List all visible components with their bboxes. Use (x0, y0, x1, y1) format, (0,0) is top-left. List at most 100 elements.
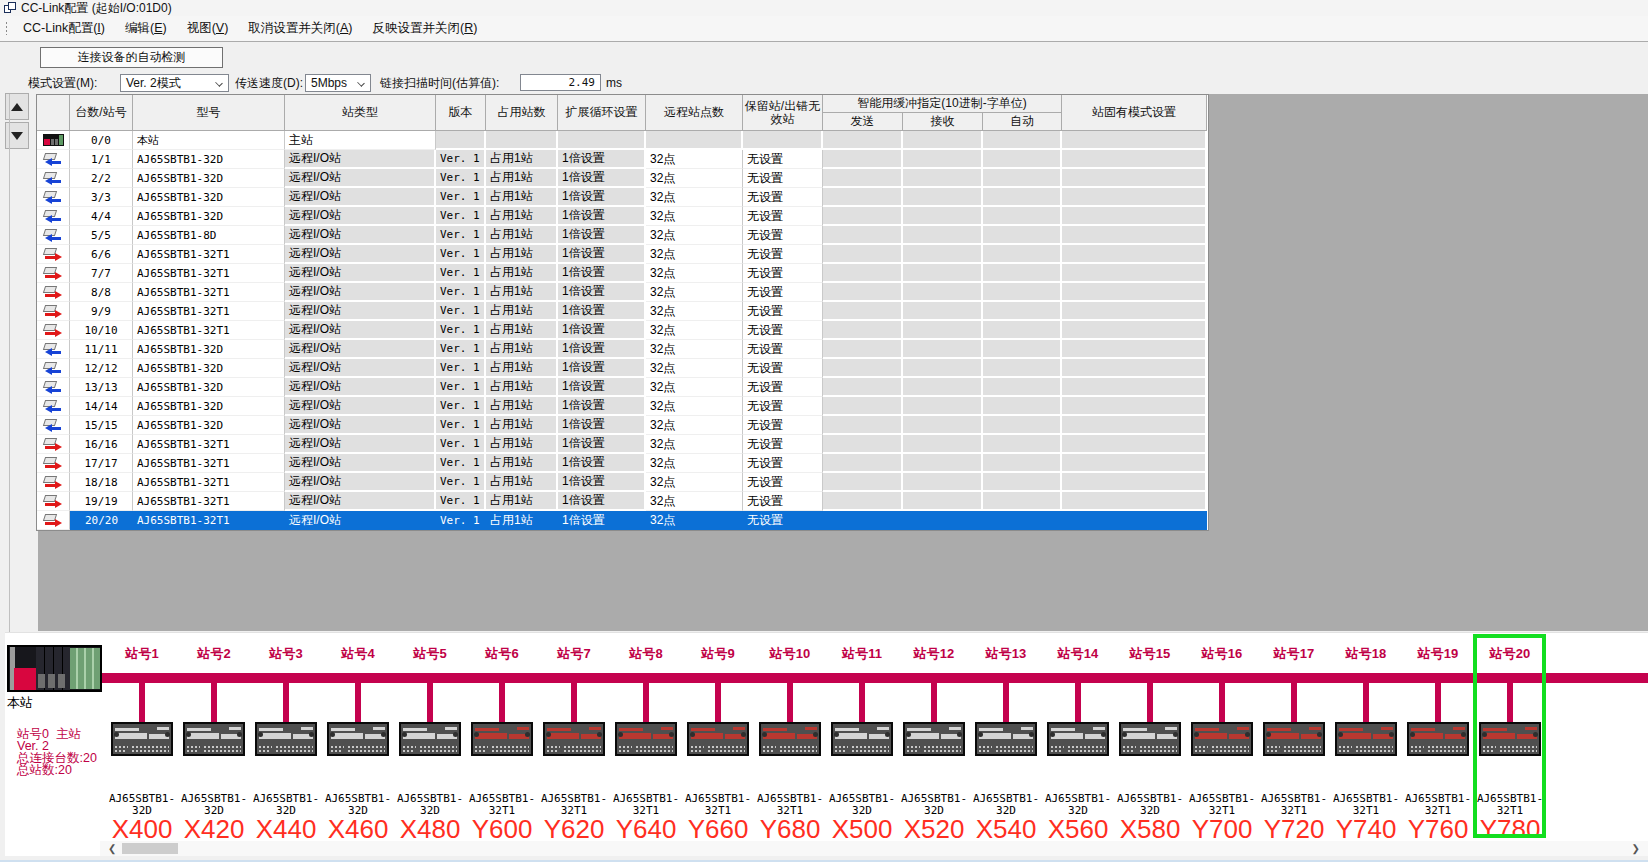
station-type-icon-cell[interactable] (37, 169, 70, 188)
cell-station-no[interactable]: 6/6 (70, 245, 133, 264)
station-type-icon-cell[interactable] (37, 321, 70, 340)
cell-version[interactable]: Ver. 1 (436, 226, 486, 245)
cell-station-type[interactable]: 远程I/O站 (285, 226, 436, 245)
remote-device-icon[interactable] (1407, 722, 1469, 756)
cell-model[interactable]: AJ65SBTB1-32T1 (133, 283, 285, 302)
cell-occupied[interactable]: 占用1站 (486, 207, 558, 226)
cell-receive[interactable] (903, 264, 983, 283)
cell-receive[interactable] (903, 321, 983, 340)
cell-cyclic[interactable]: 1倍设置 (558, 397, 646, 416)
station-type-icon-cell[interactable] (37, 150, 70, 169)
cell-mode[interactable] (1062, 359, 1207, 378)
cell-receive[interactable] (903, 226, 983, 245)
cell-auto[interactable] (983, 283, 1062, 302)
cell-auto[interactable] (983, 473, 1062, 492)
cell-occupied[interactable]: 占用1站 (486, 340, 558, 359)
cell-mode[interactable] (1062, 264, 1207, 283)
cell-version[interactable]: Ver. 1 (436, 150, 486, 169)
cell-auto[interactable] (983, 359, 1062, 378)
cell-station-type[interactable]: 主站 (285, 131, 436, 150)
cell-points[interactable] (646, 131, 743, 150)
cell-send[interactable] (823, 435, 903, 454)
remote-device-icon[interactable] (1191, 722, 1253, 756)
table-row[interactable]: 0/0本站主站 (37, 131, 1207, 150)
cell-reserve[interactable]: 无设置 (743, 416, 823, 435)
remote-device-icon[interactable] (1119, 722, 1181, 756)
cell-send[interactable] (823, 302, 903, 321)
table-row[interactable]: 7/7AJ65SBTB1-32T1远程I/O站Ver. 1占用1站1倍设置32点… (37, 264, 1207, 283)
cell-station-type[interactable]: 远程I/O站 (285, 340, 436, 359)
cell-mode[interactable] (1062, 245, 1207, 264)
cell-send[interactable] (823, 340, 903, 359)
cell-points[interactable]: 32点 (646, 435, 743, 454)
cell-version[interactable]: Ver. 1 (436, 416, 486, 435)
remote-device-icon[interactable] (831, 722, 893, 756)
cell-station-no[interactable]: 8/8 (70, 283, 133, 302)
cell-model[interactable]: AJ65SBTB1-32T1 (133, 245, 285, 264)
station-type-icon-cell[interactable] (37, 207, 70, 226)
cell-mode[interactable] (1062, 397, 1207, 416)
cell-occupied[interactable]: 占用1站 (486, 435, 558, 454)
cell-model[interactable]: AJ65SBTB1-32D (133, 188, 285, 207)
cell-receive[interactable] (903, 397, 983, 416)
cell-points[interactable]: 32点 (646, 359, 743, 378)
cell-version[interactable]: Ver. 1 (436, 245, 486, 264)
cell-model[interactable]: AJ65SBTB1-32D (133, 416, 285, 435)
cell-send[interactable] (823, 454, 903, 473)
remote-device-icon[interactable] (687, 722, 749, 756)
cell-receive[interactable] (903, 340, 983, 359)
cell-points[interactable]: 32点 (646, 302, 743, 321)
cell-occupied[interactable]: 占用1站 (486, 378, 558, 397)
station-type-icon-cell[interactable] (37, 511, 70, 530)
cell-model[interactable]: AJ65SBTB1-32D (133, 340, 285, 359)
cell-send[interactable] (823, 188, 903, 207)
scrollbar-thumb[interactable] (122, 843, 178, 854)
cell-model[interactable]: AJ65SBTB1-32D (133, 169, 285, 188)
cell-cyclic[interactable]: 1倍设置 (558, 416, 646, 435)
cell-occupied[interactable]: 占用1站 (486, 454, 558, 473)
cell-occupied[interactable]: 占用1站 (486, 169, 558, 188)
cell-reserve[interactable]: 无设置 (743, 226, 823, 245)
table-row[interactable]: 3/3AJ65SBTB1-32D远程I/O站Ver. 1占用1站1倍设置32点无… (37, 188, 1207, 207)
cell-receive[interactable] (903, 207, 983, 226)
cell-send[interactable] (823, 473, 903, 492)
remote-device-icon[interactable] (975, 722, 1037, 756)
cell-send[interactable] (823, 378, 903, 397)
cell-reserve[interactable]: 无设置 (743, 245, 823, 264)
cell-cyclic[interactable]: 1倍设置 (558, 264, 646, 283)
cell-points[interactable]: 32点 (646, 416, 743, 435)
cell-points[interactable]: 32点 (646, 473, 743, 492)
cell-points[interactable]: 32点 (646, 188, 743, 207)
cell-send[interactable] (823, 511, 903, 530)
menu-item-4[interactable]: 取消设置并关闭(A) (238, 20, 362, 37)
cell-send[interactable] (823, 264, 903, 283)
cell-mode[interactable] (1062, 150, 1207, 169)
cell-station-no[interactable]: 11/11 (70, 340, 133, 359)
table-row[interactable]: 11/11AJ65SBTB1-32D远程I/O站Ver. 1占用1站1倍设置32… (37, 340, 1207, 359)
table-row[interactable]: 15/15AJ65SBTB1-32D远程I/O站Ver. 1占用1站1倍设置32… (37, 416, 1207, 435)
cell-station-type[interactable]: 远程I/O站 (285, 397, 436, 416)
remote-device-icon[interactable] (1335, 722, 1397, 756)
table-row[interactable]: 9/9AJ65SBTB1-32T1远程I/O站Ver. 1占用1站1倍设置32点… (37, 302, 1207, 321)
cell-reserve[interactable] (743, 131, 823, 150)
cell-station-no[interactable]: 12/12 (70, 359, 133, 378)
cell-station-type[interactable]: 远程I/O站 (285, 473, 436, 492)
cell-send[interactable] (823, 226, 903, 245)
cell-auto[interactable] (983, 378, 1062, 397)
cell-cyclic[interactable]: 1倍设置 (558, 283, 646, 302)
cell-auto[interactable] (983, 226, 1062, 245)
scroll-left-icon[interactable]: ❮ (108, 843, 116, 854)
cell-cyclic[interactable]: 1倍设置 (558, 435, 646, 454)
cell-cyclic[interactable]: 1倍设置 (558, 473, 646, 492)
cell-version[interactable]: Ver. 1 (436, 169, 486, 188)
cell-occupied[interactable]: 占用1站 (486, 150, 558, 169)
cell-version[interactable]: Ver. 1 (436, 473, 486, 492)
cell-version[interactable]: Ver. 1 (436, 321, 486, 340)
table-row[interactable]: 19/19AJ65SBTB1-32T1远程I/O站Ver. 1占用1站1倍设置3… (37, 492, 1207, 511)
menu-item-2[interactable]: 编辑(E) (115, 20, 177, 37)
cell-send[interactable] (823, 321, 903, 340)
cell-receive[interactable] (903, 473, 983, 492)
cell-points[interactable]: 32点 (646, 264, 743, 283)
cell-reserve[interactable]: 无设置 (743, 302, 823, 321)
station-type-icon-cell[interactable] (37, 435, 70, 454)
